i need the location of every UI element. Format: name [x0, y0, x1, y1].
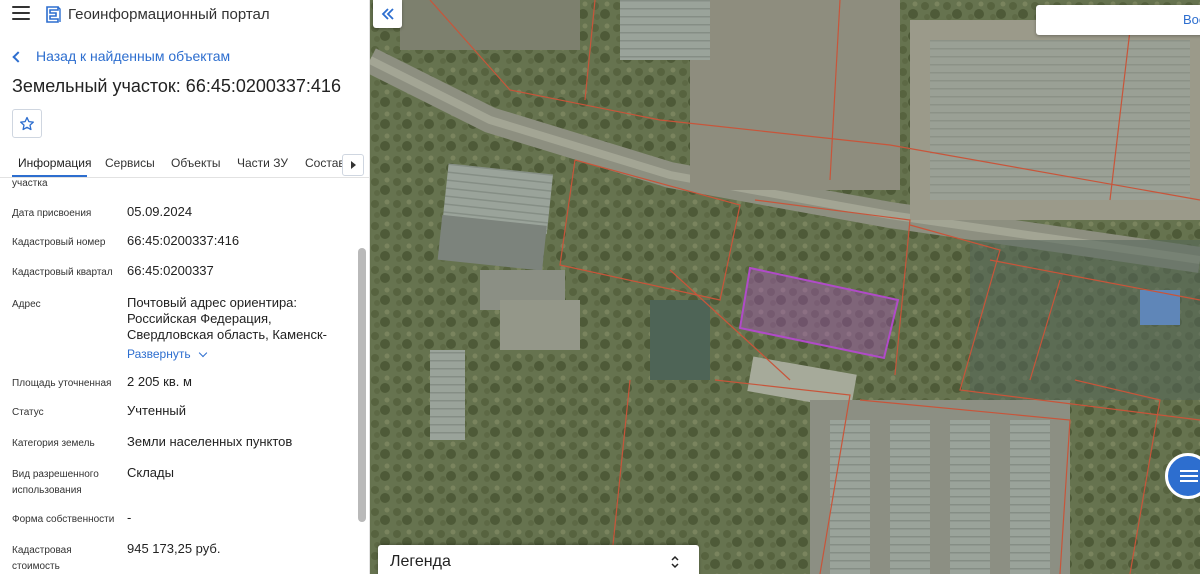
back-link-label: Назад к найденным объектам [36, 48, 231, 64]
info-panel: Геоинформационный портал Назад к найденн… [0, 0, 370, 574]
caret-right-icon [350, 161, 356, 169]
legend-label: Легенда [390, 553, 451, 570]
property-label: Вид разрешенного использования [12, 469, 99, 496]
property-value: 66:45:0200337:416 [127, 233, 240, 248]
page-title: Земельный участок: 66:45:0200337:416 [12, 76, 341, 96]
map-view[interactable] [370, 0, 1200, 574]
tab-parts[interactable]: Части ЗУ [237, 156, 288, 170]
list-icon [1180, 470, 1198, 472]
property-label: Форма собственности [12, 514, 115, 525]
property-label: Кадастровый номер [12, 237, 106, 248]
property-label: Адрес [12, 299, 41, 310]
property-value: Учтенный [127, 403, 187, 418]
property-value: 945 173,25 руб. [127, 541, 221, 556]
expand-label: Развернуть [127, 347, 191, 361]
chevron-down-icon [198, 348, 207, 357]
active-tab-indicator [12, 175, 87, 177]
back-link[interactable]: Назад к найденным объектам [12, 47, 231, 65]
list-icon-line [1180, 475, 1198, 477]
tab-information[interactable]: Информация [18, 156, 91, 170]
address-value: Почтовый адрес ориентира: Российская Фед… [127, 295, 327, 342]
collapse-panel-button[interactable] [373, 0, 402, 28]
property-label: Площадь уточненная [12, 378, 112, 389]
property-value: Склады [127, 465, 174, 480]
top-bar: Геоинформационный портал [0, 0, 369, 30]
tab-objects[interactable]: Объекты [171, 156, 221, 170]
map-search-text: Вос [1183, 12, 1200, 27]
property-label: Кадастровый квартал [12, 267, 113, 278]
tab-services[interactable]: Сервисы [105, 156, 155, 170]
panel-scrollbar[interactable] [358, 248, 366, 522]
property-list: участка Дата присвоения 05.09.2024 Кадас… [0, 178, 360, 574]
property-label: Статус [12, 407, 44, 418]
star-icon [20, 116, 34, 130]
property-label: Кадастровая стоимость [12, 545, 72, 572]
list-icon-line [1180, 480, 1198, 482]
double-chevron-left-icon [381, 8, 394, 20]
property-value: 66:45:0200337 [127, 263, 214, 278]
legend-panel[interactable]: Легенда [378, 545, 699, 574]
chevron-left-icon [12, 50, 24, 63]
portal-logo-icon [46, 6, 61, 23]
property-label: участка [12, 178, 48, 189]
property-value: Земли населенных пунктов [127, 434, 293, 449]
property-value: 2 205 кв. м [127, 374, 192, 389]
property-value: 05.09.2024 [127, 204, 193, 219]
menu-icon[interactable] [12, 6, 30, 22]
favorite-button[interactable] [12, 109, 42, 138]
property-label: Дата присвоения [12, 208, 92, 219]
map-search-input[interactable]: Вос [1036, 5, 1200, 35]
tab-bar: Информация Сервисы Объекты Части ЗУ Сост… [0, 150, 369, 178]
expand-collapse-icon [671, 555, 679, 569]
tabs-scroll-right-button[interactable] [342, 154, 364, 176]
app-title: Геоинформационный портал [68, 6, 270, 23]
expand-address-button[interactable]: Развернуть [127, 347, 207, 361]
satellite-imagery [370, 0, 1200, 574]
property-value: - [127, 510, 132, 525]
property-label: Категория земель [12, 438, 95, 449]
tab-composition[interactable]: Состав [305, 156, 345, 170]
